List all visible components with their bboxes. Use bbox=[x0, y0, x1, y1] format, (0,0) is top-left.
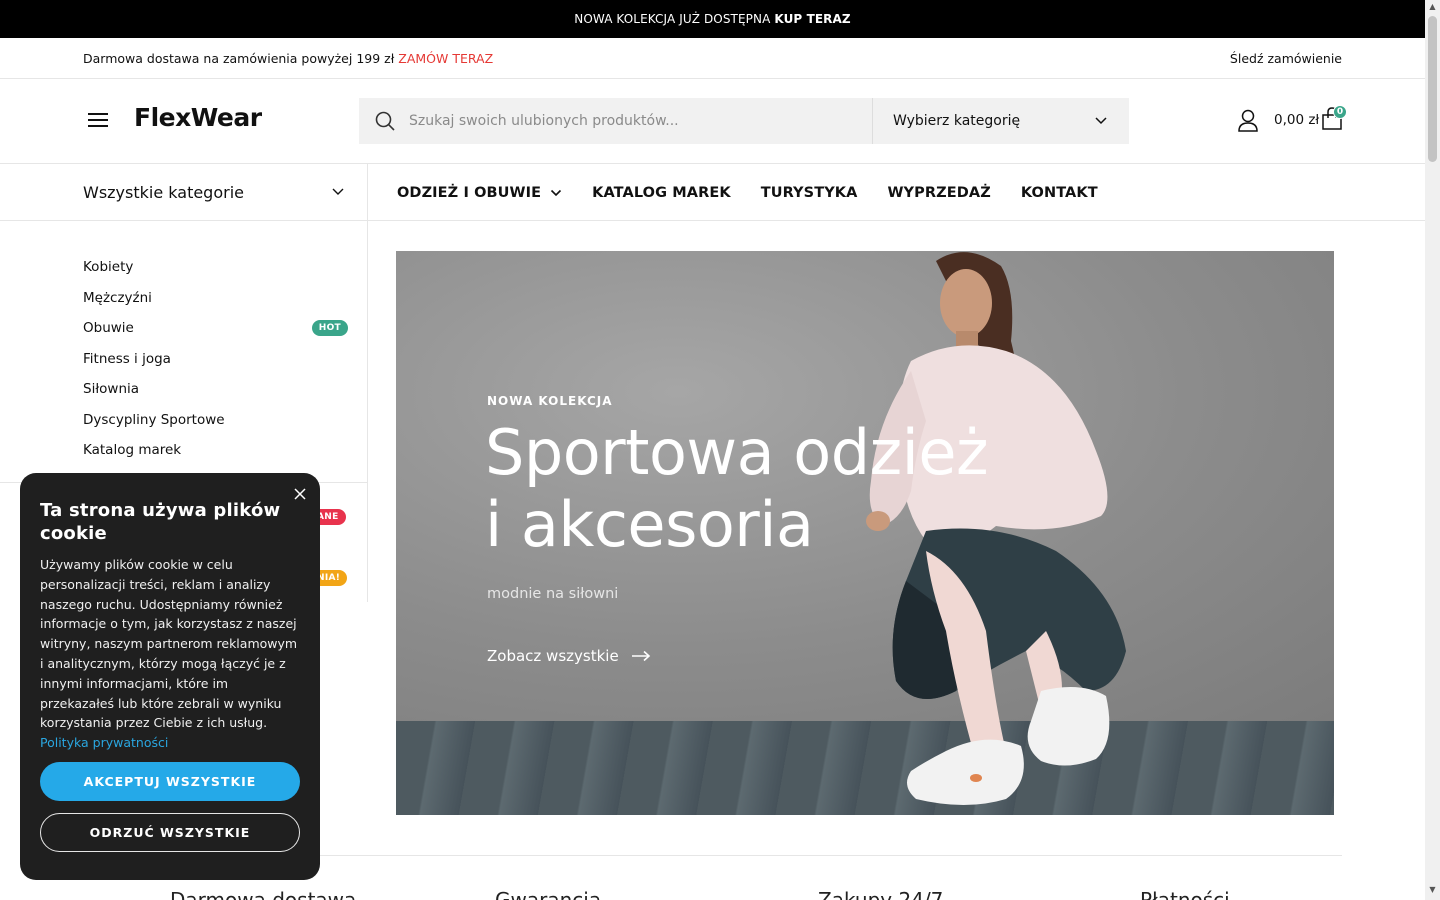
hero-cta-link[interactable]: Zobacz wszystkie bbox=[487, 647, 651, 665]
search-icon[interactable] bbox=[375, 111, 395, 131]
sidebar-item-label: Dyscypliny Sportowe bbox=[83, 411, 225, 428]
feature-title: Płatności bbox=[1140, 888, 1230, 900]
sidebar-item-shoes[interactable]: Obuwie HOT bbox=[83, 313, 348, 344]
hero-eyebrow: NOWA KOLEKCJA bbox=[487, 394, 613, 408]
all-categories-label: Wszystkie kategorie bbox=[83, 183, 244, 202]
sidebar-item-label: Siłownia bbox=[83, 381, 140, 398]
search-input[interactable] bbox=[409, 98, 869, 144]
nav-item-label: ODZIEŻ I OBUWIE bbox=[397, 184, 542, 201]
menu-icon[interactable] bbox=[88, 112, 108, 128]
announcement-cta-link[interactable]: KUP TERAZ bbox=[774, 12, 850, 26]
user-icon[interactable] bbox=[1237, 109, 1259, 133]
hot-badge: HOT bbox=[311, 320, 348, 337]
category-list: Kobiety Mężczyźni Obuwie HOT Fitness i j… bbox=[83, 252, 348, 466]
nav-item-brand-catalog[interactable]: KATALOG MAREK bbox=[592, 185, 731, 201]
shipping-info: Darmowa dostawa na zamówienia powyżej 19… bbox=[83, 51, 493, 66]
sidebar-item-gym[interactable]: Siłownia bbox=[83, 374, 348, 405]
track-order-link[interactable]: Śledź zamówienie bbox=[1230, 51, 1342, 66]
navigation-row: Wszystkie kategorie ODZIEŻ I OBUWIE KATA… bbox=[0, 164, 1425, 221]
sidebar-item-label: Fitness i joga bbox=[83, 350, 171, 367]
chevron-down-icon bbox=[551, 189, 562, 196]
search-bar: Wybierz kategorię bbox=[359, 98, 1129, 144]
cookie-consent-panel: Ta strona używa plików cookie Używamy pl… bbox=[20, 473, 320, 880]
nav-item-clothing-shoes[interactable]: ODZIEŻ I OBUWIE bbox=[397, 185, 562, 201]
hero-headline: Sportowa odzież i akcesoria bbox=[485, 416, 989, 561]
sidebar-item-men[interactable]: Mężczyźni bbox=[83, 283, 348, 314]
reject-all-button[interactable]: ODRZUĆ WSZYSTKIE bbox=[40, 813, 300, 852]
sidebar-item-women[interactable]: Kobiety bbox=[83, 252, 348, 283]
shipping-text: Darmowa dostawa na zamówienia powyżej 19… bbox=[83, 50, 395, 66]
sidebar-item-sports-disciplines[interactable]: Dyscypliny Sportowe bbox=[83, 405, 348, 436]
nav-item-contact[interactable]: KONTAKT bbox=[1021, 185, 1098, 201]
sidebar-item-label: Kobiety bbox=[83, 259, 134, 276]
privacy-policy-link[interactable]: Polityka prywatności bbox=[40, 733, 304, 753]
category-select-value: Wybierz kategorię bbox=[893, 113, 1021, 129]
hero-headline-line1: Sportowa odzież bbox=[485, 416, 989, 489]
nav-item-tourism[interactable]: TURYSTYKA bbox=[761, 185, 858, 201]
sidebar-item-label: Obuwie bbox=[83, 320, 134, 337]
chevron-down-icon bbox=[332, 188, 344, 195]
feature-title: Darmowa dostawa bbox=[170, 888, 357, 900]
announcement-text: NOWA KOLEKCJA JUŻ DOSTĘPNA bbox=[574, 12, 771, 26]
cookie-text: Używamy plików cookie w celu personaliza… bbox=[40, 555, 304, 753]
cookie-title: Ta strona używa plików cookie bbox=[40, 500, 281, 544]
main-nav: ODZIEŻ I OBUWIE KATALOG MAREK TURYSTYKA … bbox=[397, 164, 1098, 221]
feature-title: Zakupy 24/7 bbox=[818, 888, 944, 900]
hero-subtitle: modnie na siłowni bbox=[487, 586, 619, 602]
all-categories-toggle[interactable]: Wszystkie kategorie bbox=[0, 164, 368, 221]
announcement-bar: NOWA KOLEKCJA JUŻ DOSTĘPNA KUP TERAZ bbox=[0, 0, 1425, 38]
features-row: Darmowa dostawa Gwarancja Zakupy 24/7 Pł… bbox=[170, 888, 1270, 900]
chevron-down-icon bbox=[1095, 117, 1107, 125]
scroll-down-arrow-icon[interactable]: ▼ bbox=[1428, 886, 1437, 894]
arrow-right-icon bbox=[631, 650, 650, 662]
cart-total[interactable]: 0,00 zł bbox=[1274, 112, 1319, 128]
hero-headline-line2: i akcesoria bbox=[485, 488, 814, 561]
cookie-description: Używamy plików cookie w celu personaliza… bbox=[40, 557, 298, 731]
feature-title: Gwarancja bbox=[495, 888, 602, 900]
sidebar-item-label: Katalog marek bbox=[83, 442, 182, 459]
sidebar-item-fitness-yoga[interactable]: Fitness i joga bbox=[83, 344, 348, 375]
scroll-up-arrow-icon[interactable]: ▲ bbox=[1428, 3, 1437, 11]
logo[interactable]: FlexWear bbox=[134, 103, 262, 132]
site-header: FlexWear Wybierz kategorię 0,00 zł 0 bbox=[0, 79, 1425, 164]
hero-cta-label: Zobacz wszystkie bbox=[487, 647, 619, 665]
accept-all-button[interactable]: AKCEPTUJ WSZYSTKIE bbox=[40, 762, 300, 801]
order-now-link[interactable]: ZAMÓW TERAZ bbox=[398, 51, 493, 66]
scrollbar-thumb[interactable] bbox=[1428, 16, 1437, 162]
category-select[interactable]: Wybierz kategorię bbox=[872, 98, 1129, 144]
sidebar-item-label: Mężczyźni bbox=[83, 289, 152, 306]
nav-item-sale[interactable]: WYPRZEDAŻ bbox=[887, 185, 990, 201]
hero-banner[interactable]: NOWA KOLEKCJA Sportowa odzież i akcesori… bbox=[396, 251, 1334, 815]
info-bar: Darmowa dostawa na zamówienia powyżej 19… bbox=[0, 38, 1425, 79]
cart-count-badge: 0 bbox=[1333, 105, 1347, 119]
sidebar-item-brand-catalog[interactable]: Katalog marek bbox=[83, 435, 348, 466]
